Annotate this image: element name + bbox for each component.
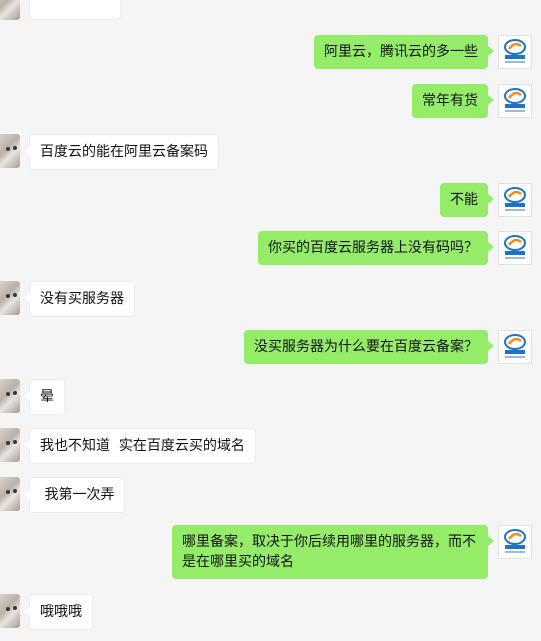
- message-bubble-other[interactable]: 晕: [24, 379, 65, 415]
- message-bubble-other[interactable]: 我第一次弄: [23, 477, 126, 513]
- contact-avatar[interactable]: [0, 281, 20, 315]
- self-avatar[interactable]: [498, 183, 532, 217]
- company-logo-icon: [504, 88, 526, 112]
- contact-avatar[interactable]: [0, 428, 20, 462]
- message-bubble-other[interactable]: 没有买服务器: [24, 281, 135, 317]
- self-avatar[interactable]: [498, 231, 532, 265]
- company-logo-icon: [504, 39, 526, 63]
- self-avatar[interactable]: [498, 525, 532, 559]
- message-bubble-self[interactable]: 阿里云，腾讯云的多一些: [314, 35, 494, 69]
- contact-avatar[interactable]: [0, 477, 20, 511]
- company-logo-icon: [504, 529, 526, 553]
- contact-avatar[interactable]: [0, 379, 20, 413]
- message-bubble-other[interactable]: 百度云的能在阿里云备案码: [24, 134, 219, 170]
- message-bubble-other[interactable]: 我也不知道 实在百度云买的域名: [24, 428, 256, 464]
- message-bubble-other[interactable]: 哦哦哦: [24, 594, 93, 630]
- message-bubble-partial: [29, 0, 121, 20]
- message-bubble-self[interactable]: 不能: [440, 183, 494, 217]
- self-avatar[interactable]: [498, 84, 532, 118]
- message-bubble-self[interactable]: 没买服务器为什么要在百度云备案？: [244, 330, 494, 364]
- message-bubble-self[interactable]: 常年有货: [412, 84, 494, 118]
- self-avatar[interactable]: [498, 35, 532, 69]
- contact-avatar[interactable]: [0, 0, 20, 20]
- message-bubble-self[interactable]: 你买的百度云服务器上没有码吗？: [258, 231, 494, 265]
- company-logo-icon: [504, 235, 526, 259]
- self-avatar[interactable]: [498, 330, 532, 364]
- company-logo-icon: [504, 187, 526, 211]
- contact-avatar[interactable]: [0, 594, 20, 628]
- company-logo-icon: [504, 334, 526, 358]
- message-bubble-self[interactable]: 哪里备案，取决于你后续用哪里的服务器，而不是在哪里买的域名: [172, 525, 494, 579]
- contact-avatar[interactable]: [0, 134, 20, 168]
